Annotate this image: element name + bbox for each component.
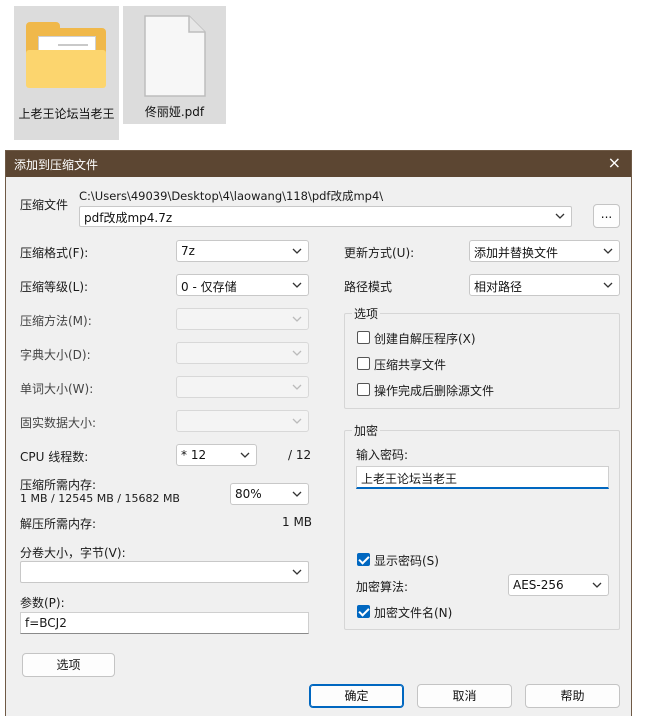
chevron-down-icon [292, 350, 302, 356]
threads-value: * 12 [181, 448, 207, 462]
params-value: f=BCJ2 [25, 616, 67, 630]
options-group-title: 选项 [352, 305, 381, 322]
password-label: 输入密码: [356, 448, 409, 462]
folder-tile[interactable]: 上老王论坛当老王 [14, 6, 119, 140]
dict-select [176, 342, 309, 364]
format-select[interactable]: 7z [176, 240, 309, 262]
update-label: 更新方式(U): [344, 246, 415, 260]
encrypt-method-value: AES-256 [513, 578, 564, 592]
path-value: 相对路径 [474, 280, 523, 294]
mem-percent-value: 80% [235, 487, 262, 501]
chevron-down-icon [292, 316, 302, 322]
dialog-title: 添加到压缩文件 [14, 158, 99, 172]
archive-label: 压缩文件 [20, 198, 69, 212]
update-select[interactable]: 添加并替换文件 [469, 240, 620, 262]
pdf-tile[interactable]: 佟丽娅.pdf [123, 6, 226, 124]
encrypt-names-checkbox[interactable] [357, 605, 370, 618]
volume-combo[interactable] [20, 561, 309, 583]
chevron-down-icon [292, 569, 302, 575]
threads-total: / 12 [288, 448, 312, 462]
path-label: 路径模式 [344, 280, 393, 294]
level-label: 压缩等级(L): [20, 280, 89, 294]
solid-select [176, 410, 309, 432]
chevron-down-icon [240, 452, 250, 458]
encrypt-method-label: 加密算法: [356, 580, 409, 594]
options-button[interactable]: 选项 [22, 653, 115, 677]
method-label: 压缩方法(M): [20, 314, 92, 328]
delete-source-checkbox[interactable] [357, 383, 370, 396]
encrypt-method-select[interactable]: AES-256 [508, 574, 609, 596]
show-password-label[interactable]: 显示密码(S) [374, 552, 439, 569]
chevron-down-icon [603, 282, 613, 288]
shared-checkbox[interactable] [357, 357, 370, 370]
options-group: 选项 创建自解压程序(X) 压缩共享文件 操作完成后删除源文件 [344, 305, 620, 409]
method-select [176, 308, 309, 330]
chevron-down-icon [555, 213, 565, 219]
sfx-checkbox[interactable] [357, 331, 370, 344]
archive-path: C:\Users\49039\Desktop\4\laowang\118\pdf… [79, 189, 384, 203]
mem-decomp-value: 1 MB [282, 515, 313, 529]
threads-label: CPU 线程数: [20, 450, 89, 464]
add-to-archive-dialog: 添加到压缩文件 × 压缩文件 C:\Users\49039\Desktop\4\… [5, 150, 632, 716]
pdf-file-icon [143, 14, 207, 101]
title-bar: 添加到压缩文件 × [6, 151, 631, 177]
encryption-group: 加密 输入密码: 上老王论坛当老王 显示密码(S) 加密算法: AES-256 … [344, 422, 620, 630]
solid-label: 固实数据大小: [20, 416, 97, 430]
chevron-down-icon [292, 384, 302, 390]
password-input[interactable]: 上老王论坛当老王 [356, 466, 609, 489]
params-input[interactable]: f=BCJ2 [20, 612, 309, 634]
dict-label: 字典大小(D): [20, 348, 91, 362]
format-value: 7z [181, 244, 195, 258]
mem-percent-select[interactable]: 80% [230, 483, 309, 505]
ok-button[interactable]: 确定 [309, 684, 404, 708]
threads-select[interactable]: * 12 [176, 444, 257, 466]
path-select[interactable]: 相对路径 [469, 274, 620, 296]
level-select[interactable]: 0 - 仅存储 [176, 274, 309, 296]
folder-icon [24, 18, 108, 88]
shared-label[interactable]: 压缩共享文件 [374, 356, 446, 373]
encrypt-names-label[interactable]: 加密文件名(N) [374, 604, 452, 621]
delete-source-label[interactable]: 操作完成后删除源文件 [374, 382, 494, 399]
show-password-checkbox[interactable] [357, 553, 370, 566]
chevron-down-icon [592, 582, 602, 588]
close-icon[interactable]: × [608, 154, 621, 172]
chevron-down-icon [603, 248, 613, 254]
word-label: 单词大小(W): [20, 382, 94, 396]
level-value: 0 - 仅存储 [181, 280, 237, 294]
format-label: 压缩格式(F): [20, 246, 89, 260]
pdf-label: 佟丽娅.pdf [144, 105, 205, 119]
chevron-down-icon [292, 248, 302, 254]
help-button[interactable]: 帮助 [525, 684, 620, 708]
browse-button[interactable]: ... [593, 204, 620, 228]
encryption-group-title: 加密 [352, 422, 381, 439]
chevron-down-icon [292, 282, 302, 288]
cancel-button[interactable]: 取消 [417, 684, 512, 708]
mem-comp-label: 压缩所需内存: [20, 478, 97, 492]
folder-label: 上老王论坛当老王 [18, 107, 115, 121]
mem-decomp-label: 解压所需内存: [20, 517, 97, 531]
update-value: 添加并替换文件 [474, 246, 559, 260]
sfx-label[interactable]: 创建自解压程序(X) [374, 330, 476, 347]
archive-name-value: pdf改成mp4.7z [84, 211, 173, 225]
archive-name-combo[interactable]: pdf改成mp4.7z [79, 206, 572, 227]
chevron-down-icon [292, 418, 302, 424]
password-value: 上老王论坛当老王 [361, 472, 458, 486]
word-select [176, 376, 309, 398]
mem-comp-detail: 1 MB / 12545 MB / 15682 MB [20, 492, 180, 505]
params-label: 参数(P): [20, 596, 65, 610]
volume-label: 分卷大小，字节(V): [20, 546, 126, 560]
chevron-down-icon [292, 491, 302, 497]
